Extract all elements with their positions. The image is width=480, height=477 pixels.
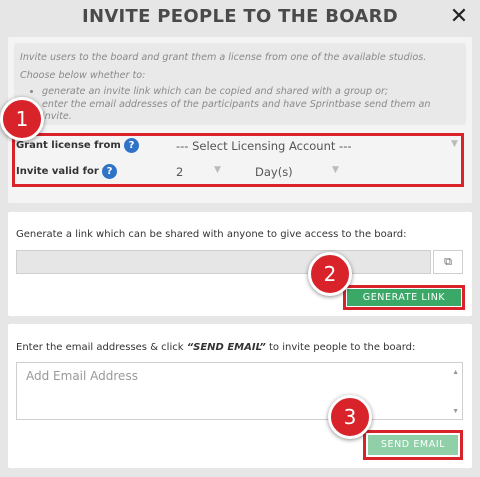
intro-options-list: generate an invite link which can be cop… [28, 86, 462, 124]
license-row: Grant license from * ? --- Select Licens… [16, 137, 464, 157]
step-badge-3: 3 [328, 395, 372, 439]
step-badge-2: 2 [308, 252, 352, 296]
validity-amount-select[interactable]: 2 [176, 165, 183, 179]
intro-option-link: generate an invite link which can be cop… [42, 86, 462, 99]
dialog-title: INVITE PEOPLE TO THE BOARD [81, 6, 399, 27]
invite-link-field[interactable] [16, 250, 431, 274]
intro-box: Invite users to the board and grant them… [14, 43, 466, 125]
intro-line-1: Invite users to the board and grant them… [20, 52, 427, 63]
send-email-highlight: SEND EMAIL [363, 430, 463, 460]
link-card: Generate a link which can be shared with… [8, 212, 472, 316]
help-icon[interactable]: ? [102, 164, 117, 179]
send-email-button[interactable]: SEND EMAIL [368, 435, 458, 455]
email-addresses-field[interactable]: Add Email Address ▲ ▼ [16, 362, 463, 420]
validity-label: Invite valid for * [16, 166, 107, 177]
generate-link-button[interactable]: GENERATE LINK [347, 289, 461, 306]
email-description: Enter the email addresses & click “SEND … [16, 342, 416, 353]
scroll-down-icon[interactable]: ▼ [452, 408, 459, 415]
chevron-down-icon[interactable]: ▼ [451, 139, 458, 149]
help-icon[interactable]: ? [124, 138, 139, 153]
invite-dialog: INVITE PEOPLE TO THE BOARD ✕ Invite user… [0, 0, 480, 477]
intro-line-2: Choose below whether to: [20, 70, 146, 81]
chevron-down-icon[interactable]: ▼ [332, 165, 339, 175]
email-placeholder: Add Email Address [26, 369, 138, 383]
intro-option-email: enter the email addresses of the partici… [42, 99, 462, 124]
validity-unit-select[interactable]: Day(s) [255, 165, 293, 179]
licensing-account-select[interactable]: --- Select Licensing Account --- [176, 139, 352, 153]
link-description: Generate a link which can be shared with… [16, 229, 407, 240]
generate-link-highlight: GENERATE LINK [343, 285, 465, 310]
close-icon[interactable]: ✕ [448, 6, 470, 28]
copy-icon[interactable]: ⧉ [433, 250, 463, 274]
chevron-down-icon[interactable]: ▼ [214, 165, 221, 175]
email-card: Enter the email addresses & click “SEND … [8, 324, 472, 468]
step-badge-1: 1 [0, 97, 44, 141]
validity-row: Invite valid for * ? 2 ▼ Day(s) ▼ [16, 163, 464, 183]
license-label: Grant license from * [16, 140, 129, 151]
scroll-up-icon[interactable]: ▲ [452, 369, 459, 376]
